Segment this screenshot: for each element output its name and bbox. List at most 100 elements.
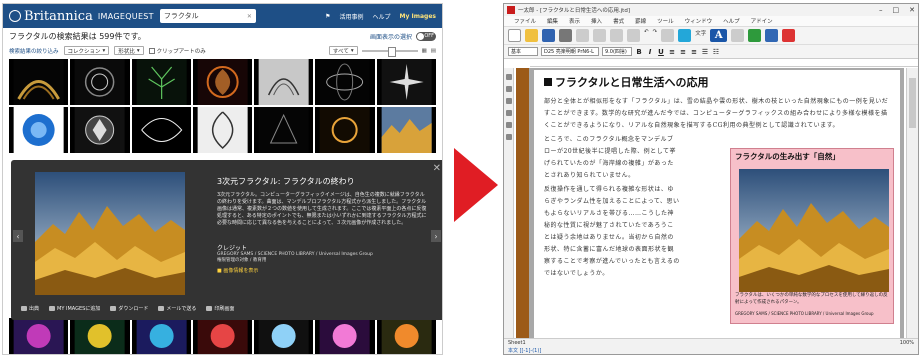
new-document-icon[interactable] bbox=[508, 29, 521, 42]
print-preview-icon[interactable] bbox=[576, 29, 589, 42]
flag-icon[interactable]: ⚑ bbox=[325, 13, 330, 20]
all-dropdown[interactable]: すべて ▾ bbox=[328, 46, 358, 55]
copy-icon[interactable] bbox=[610, 29, 623, 42]
add-to-my-images-button[interactable]: MY IMAGESに追加 bbox=[49, 305, 100, 312]
menu-edit[interactable]: 編集 bbox=[547, 17, 558, 25]
maximize-button[interactable]: □ bbox=[893, 6, 900, 14]
thumbnail[interactable] bbox=[70, 107, 130, 153]
email-button[interactable]: メールで送る bbox=[158, 305, 196, 312]
menu-tools[interactable]: ツール bbox=[657, 17, 674, 25]
menu-view[interactable]: 表示 bbox=[569, 17, 580, 25]
thumbnail[interactable] bbox=[131, 59, 191, 105]
menu-window[interactable]: ウィンドウ bbox=[685, 17, 713, 25]
menu-file[interactable]: ファイル bbox=[514, 17, 536, 25]
palette-icon[interactable] bbox=[505, 74, 512, 80]
font-select[interactable]: D25 亮楽明朝 PrN6-L bbox=[541, 47, 599, 56]
zoom-level[interactable]: 100% bbox=[900, 340, 914, 346]
align-right-icon[interactable]: ≡ bbox=[690, 48, 698, 56]
thumbnail[interactable] bbox=[315, 107, 375, 153]
thumbnail[interactable] bbox=[131, 318, 191, 354]
thumbnail[interactable] bbox=[376, 318, 436, 354]
numbered-list-icon[interactable]: ☷ bbox=[712, 48, 720, 56]
cut-icon[interactable] bbox=[593, 29, 606, 42]
bullet-list-icon[interactable]: ☰ bbox=[701, 48, 709, 56]
nav-my-images-link[interactable]: My Images bbox=[400, 13, 436, 20]
save-icon[interactable] bbox=[542, 29, 555, 42]
bold-button[interactable]: B bbox=[635, 48, 643, 56]
cite-button[interactable]: 出典 bbox=[21, 305, 39, 312]
italic-button[interactable]: I bbox=[646, 48, 654, 56]
thumbnail[interactable] bbox=[254, 59, 314, 105]
thumbnail[interactable] bbox=[9, 318, 69, 354]
thumbnail[interactable] bbox=[192, 318, 253, 354]
list-view-icon[interactable]: ▤ bbox=[431, 48, 436, 54]
paste-icon[interactable] bbox=[627, 29, 640, 42]
thumbnail[interactable] bbox=[254, 107, 314, 153]
thumbnail[interactable] bbox=[70, 318, 130, 354]
text-style-icon[interactable]: A bbox=[710, 29, 728, 42]
download-button[interactable]: ダウンロード bbox=[110, 305, 148, 312]
image-info-link[interactable]: ■ 画像情報を表示 bbox=[217, 267, 258, 274]
collection-dropdown[interactable]: コレクション ▾ bbox=[63, 46, 110, 55]
thumbnail[interactable] bbox=[315, 318, 375, 354]
frame-image[interactable] bbox=[739, 169, 889, 292]
menu-addin[interactable]: アドイン bbox=[751, 17, 773, 25]
menu-ruled-line[interactable]: 罫線 bbox=[635, 17, 646, 25]
image-frame[interactable]: フラクタルの生み出す「自然」 フラクタルは、いくつかの単純な数学的なプロセスを使… bbox=[730, 148, 894, 324]
ruler[interactable] bbox=[530, 59, 918, 67]
next-arrow-icon[interactable]: › bbox=[431, 230, 441, 242]
refine-link[interactable]: 検索結果の絞り込み bbox=[9, 47, 59, 55]
align-center-icon[interactable]: ≡ bbox=[679, 48, 687, 56]
thumbnail[interactable] bbox=[9, 107, 69, 153]
thumbnail[interactable] bbox=[192, 59, 253, 105]
thumbnail[interactable] bbox=[192, 107, 253, 153]
thumbnail[interactable] bbox=[376, 59, 436, 105]
print-icon[interactable] bbox=[559, 29, 572, 42]
shape-icon[interactable] bbox=[765, 29, 779, 42]
nav-help-link[interactable]: ヘルプ bbox=[373, 12, 391, 21]
help-icon[interactable] bbox=[782, 29, 796, 42]
open-folder-icon[interactable] bbox=[525, 29, 538, 42]
close-icon[interactable]: ✕ bbox=[433, 163, 441, 174]
previous-arrow-icon[interactable]: ‹ bbox=[13, 230, 23, 242]
clipart-checkbox[interactable] bbox=[148, 47, 155, 54]
insert-image-icon[interactable] bbox=[678, 29, 692, 42]
text-mode-label[interactable]: 文字 bbox=[695, 29, 706, 42]
thumbnail[interactable] bbox=[9, 59, 69, 105]
clipart-filter[interactable]: クリップアートのみ bbox=[148, 47, 206, 55]
palette-icon[interactable] bbox=[505, 134, 512, 140]
undo-icon[interactable]: ↶ bbox=[644, 29, 649, 42]
orientation-dropdown[interactable]: 形状比 ▾ bbox=[114, 46, 144, 55]
thumbnail[interactable] bbox=[70, 59, 130, 105]
view-toggle[interactable]: OFF bbox=[416, 31, 436, 41]
menu-help[interactable]: ヘルプ bbox=[723, 17, 740, 25]
menu-insert[interactable]: 挿入 bbox=[591, 17, 602, 25]
minimize-button[interactable]: – bbox=[879, 6, 883, 14]
sheet-tab[interactable]: Sheet1 bbox=[508, 340, 526, 346]
thumbnail[interactable] bbox=[254, 318, 314, 354]
thumbnail[interactable] bbox=[131, 107, 191, 153]
font-size-select[interactable]: 9.0(四捨) bbox=[602, 47, 632, 56]
palette-icon[interactable] bbox=[505, 122, 512, 128]
thumbnail-selected[interactable] bbox=[376, 107, 436, 153]
menu-format[interactable]: 書式 bbox=[613, 17, 624, 25]
vertical-scrollbar[interactable] bbox=[906, 68, 918, 338]
palette-icon[interactable] bbox=[505, 98, 512, 104]
search-input[interactable]: フラクタル ✕ bbox=[159, 9, 256, 23]
thumbnail[interactable] bbox=[315, 59, 375, 105]
print-button[interactable]: 印刷画面 bbox=[206, 305, 234, 312]
palette-icon[interactable] bbox=[505, 110, 512, 116]
thumbnail-size-slider[interactable] bbox=[361, 46, 418, 57]
align-left-icon[interactable]: ≡ bbox=[668, 48, 676, 56]
style-select[interactable]: 基本 bbox=[508, 47, 538, 56]
redo-icon[interactable]: ↷ bbox=[653, 29, 658, 42]
palette-icon[interactable] bbox=[505, 86, 512, 92]
close-button[interactable]: ✕ bbox=[909, 6, 915, 14]
underline-button[interactable]: U bbox=[657, 48, 665, 56]
find-icon[interactable] bbox=[661, 29, 675, 42]
britannica-logo[interactable]: Britannica IMAGEQUEST bbox=[9, 9, 154, 24]
clear-search-icon[interactable]: ✕ bbox=[247, 13, 252, 20]
grid-view-icon[interactable]: ▦ bbox=[422, 48, 427, 54]
document-page[interactable]: フラクタルと日常生活への応用 部分と全体とが相似形をなす「フラクタル」は、雪の結… bbox=[534, 70, 900, 338]
nav-usage-link[interactable]: 活用事例 bbox=[340, 12, 364, 21]
